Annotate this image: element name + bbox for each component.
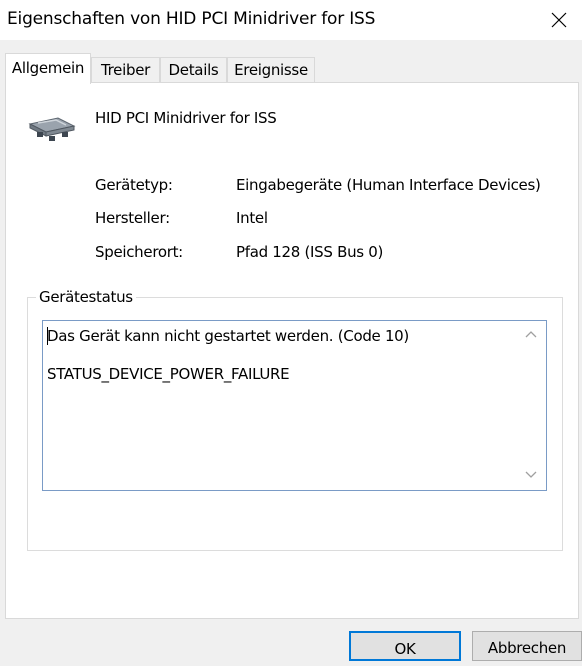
device-status-legend: Gerätestatus (36, 288, 136, 306)
close-icon (551, 12, 567, 28)
tab-allgemein[interactable]: Allgemein (5, 53, 91, 84)
close-button[interactable] (536, 0, 582, 40)
tab-details[interactable]: Details (160, 57, 227, 82)
scroll-down-icon[interactable] (525, 470, 537, 480)
device-type-value: Eingabegeräte (Human Interface Devices) (236, 176, 541, 194)
status-line-code: Das Gerät kann nicht gestartet werden. (… (47, 327, 409, 345)
device-status-group: Gerätestatus Das Gerät kann nicht gestar… (27, 288, 563, 551)
window-title: Eigenschaften von HID PCI Minidriver for… (7, 9, 376, 29)
status-scrollbar[interactable] (516, 321, 546, 490)
device-name: HID PCI Minidriver for ISS (95, 109, 277, 127)
tab-treiber[interactable]: Treiber (91, 57, 160, 82)
tab-ereignisse[interactable]: Ereignisse (227, 57, 315, 82)
scroll-up-icon[interactable] (525, 329, 537, 339)
device-status-textbox[interactable]: Das Gerät kann nicht gestartet werden. (… (42, 320, 547, 491)
hid-device-icon (28, 117, 76, 141)
location-value: Pfad 128 (ISS Bus 0) (236, 243, 384, 261)
general-panel: HID PCI Minidriver for ISS Gerätetyp: Ei… (5, 82, 579, 619)
location-label: Speicherort: (95, 243, 183, 261)
status-line-detail: STATUS_DEVICE_POWER_FAILURE (47, 365, 290, 383)
title-bar: Eigenschaften von HID PCI Minidriver for… (0, 0, 582, 40)
manufacturer-value: Intel (236, 209, 268, 227)
manufacturer-label: Hersteller: (95, 209, 170, 227)
device-type-label: Gerätetyp: (95, 176, 173, 194)
